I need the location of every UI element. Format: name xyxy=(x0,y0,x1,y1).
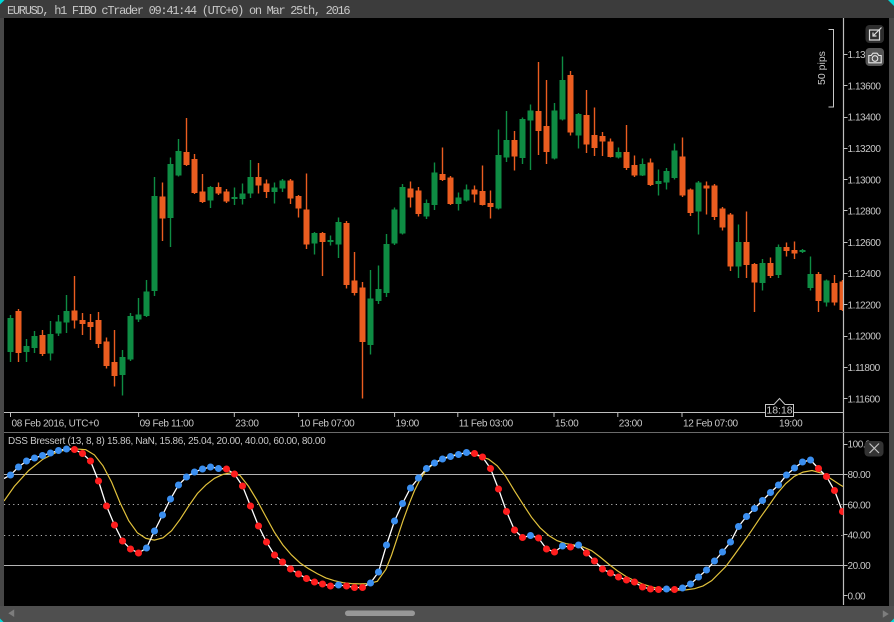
svg-text:1.12600: 1.12600 xyxy=(848,238,882,249)
svg-text:1.12200: 1.12200 xyxy=(848,300,882,311)
svg-text:19:00: 19:00 xyxy=(779,419,803,430)
svg-text:1.12000: 1.12000 xyxy=(848,332,882,343)
svg-text:40.00: 40.00 xyxy=(848,531,872,542)
svg-text:80.00: 80.00 xyxy=(848,470,872,481)
svg-text:12 Feb 07:00: 12 Feb 07:00 xyxy=(683,419,739,430)
svg-text:09 Feb 11:00: 09 Feb 11:00 xyxy=(140,419,195,430)
svg-text:18:18: 18:18 xyxy=(766,405,792,417)
svg-text:19:00: 19:00 xyxy=(396,419,420,430)
svg-text:15:00: 15:00 xyxy=(555,419,579,430)
svg-text:60.00: 60.00 xyxy=(848,500,872,511)
svg-text:23:00: 23:00 xyxy=(619,419,643,430)
svg-text:20.00: 20.00 xyxy=(848,561,872,572)
svg-text:1.11800: 1.11800 xyxy=(848,363,881,374)
svg-text:1.11600: 1.11600 xyxy=(848,394,881,405)
svg-text:DSS Bressert (13, 8, 8) 15.86,: DSS Bressert (13, 8, 8) 15.86, NaN, 15.8… xyxy=(8,436,326,447)
svg-text:1.12400: 1.12400 xyxy=(848,269,882,280)
svg-text:50 pips: 50 pips xyxy=(816,51,828,85)
svg-text:1.13000: 1.13000 xyxy=(848,175,882,186)
svg-text:08 Feb 2016, UTC+0: 08 Feb 2016, UTC+0 xyxy=(12,419,100,430)
svg-text:11 Feb 03:00: 11 Feb 03:00 xyxy=(459,419,514,430)
svg-text:1.13600: 1.13600 xyxy=(848,81,882,92)
svg-text:0.00: 0.00 xyxy=(848,591,867,602)
svg-text:1.13200: 1.13200 xyxy=(848,144,882,155)
svg-text:1.13400: 1.13400 xyxy=(848,113,882,124)
svg-text:23:00: 23:00 xyxy=(235,419,259,430)
svg-text:EURUSD, h1 FIBO cTrader 09:41:: EURUSD, h1 FIBO cTrader 09:41:44 (UTC+0)… xyxy=(7,4,350,18)
svg-text:10 Feb 07:00: 10 Feb 07:00 xyxy=(300,419,356,430)
svg-text:1.12800: 1.12800 xyxy=(848,207,882,218)
